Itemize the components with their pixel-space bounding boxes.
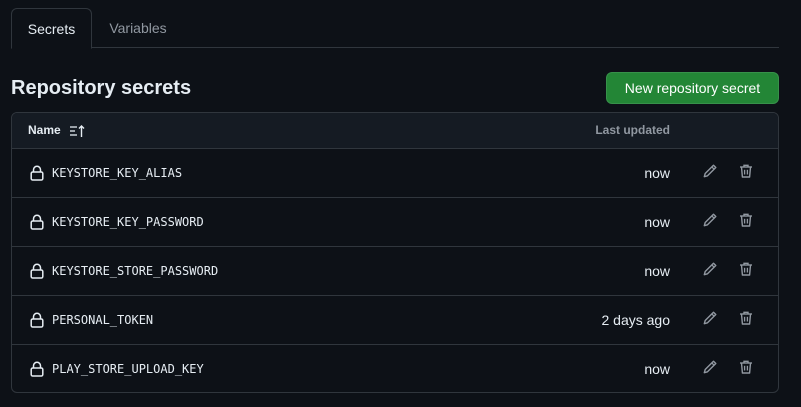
name-column-header[interactable]: Name <box>28 113 85 148</box>
delete-secret-button[interactable] <box>736 261 756 281</box>
trash-icon <box>738 310 754 331</box>
name-column-label: Name <box>28 123 61 137</box>
last-updated-value: now <box>644 165 670 181</box>
pencil-icon <box>702 310 718 331</box>
lock-icon <box>30 312 44 328</box>
table-row: KEYSTORE_KEY_ALIAS now <box>12 149 778 198</box>
delete-secret-button[interactable] <box>736 163 756 183</box>
secrets-tabs: Secrets Variables <box>11 8 779 49</box>
last-updated-value: 2 days ago <box>601 312 671 328</box>
tab-variables[interactable]: Variables <box>92 8 184 48</box>
table-header: Name Last updated <box>12 113 778 149</box>
last-updated-value: now <box>644 263 670 279</box>
trash-icon <box>738 212 754 233</box>
pencil-icon <box>702 261 718 282</box>
table-row: KEYSTORE_KEY_PASSWORD now <box>12 198 778 247</box>
lock-icon <box>30 263 44 279</box>
delete-secret-button[interactable] <box>736 359 756 379</box>
secret-name: KEYSTORE_KEY_PASSWORD <box>52 215 204 229</box>
pencil-icon <box>702 163 718 184</box>
trash-icon <box>738 261 754 282</box>
table-row: PERSONAL_TOKEN 2 days ago <box>12 296 778 345</box>
secret-name: PLAY_STORE_UPLOAD_KEY <box>52 362 204 376</box>
lock-icon <box>30 214 44 230</box>
secret-name: KEYSTORE_KEY_ALIAS <box>52 166 183 180</box>
secrets-table: Name Last updated KEYSTORE_KEY_ALIAS now K… <box>11 112 779 393</box>
edit-secret-button[interactable] <box>700 261 720 281</box>
trash-icon <box>738 359 754 380</box>
edit-secret-button[interactable] <box>700 163 720 183</box>
last-updated-value: now <box>644 214 670 230</box>
lock-icon <box>30 361 44 377</box>
delete-secret-button[interactable] <box>736 212 756 232</box>
page-title: Repository secrets <box>11 77 192 99</box>
new-repository-secret-button[interactable]: New repository secret <box>606 72 779 104</box>
edit-secret-button[interactable] <box>700 359 720 379</box>
trash-icon <box>738 163 754 184</box>
secret-name: KEYSTORE_STORE_PASSWORD <box>52 264 219 278</box>
table-row: PLAY_STORE_UPLOAD_KEY now <box>12 345 778 392</box>
pencil-icon <box>702 359 718 380</box>
tab-secrets[interactable]: Secrets <box>11 8 92 49</box>
last-updated-value: now <box>644 361 670 377</box>
edit-secret-button[interactable] <box>700 212 720 232</box>
last-updated-column-header: Last updated <box>595 123 670 137</box>
table-row: KEYSTORE_STORE_PASSWORD now <box>12 247 778 296</box>
sort-ascending-icon[interactable] <box>69 124 85 138</box>
edit-secret-button[interactable] <box>700 310 720 330</box>
lock-icon <box>30 165 44 181</box>
pencil-icon <box>702 212 718 233</box>
delete-secret-button[interactable] <box>736 310 756 330</box>
secret-name: PERSONAL_TOKEN <box>52 313 154 327</box>
